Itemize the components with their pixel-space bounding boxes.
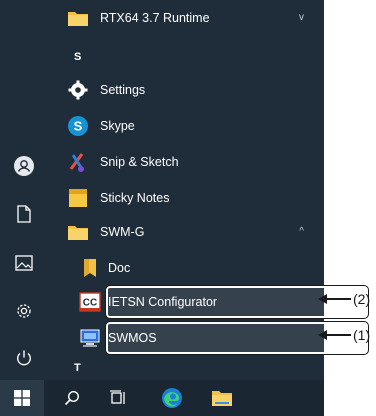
swmos-app-icon (78, 326, 102, 350)
app-list: RTX64 3.7 Runtime v S Settings S Skype S… (48, 0, 369, 380)
arrow-left-icon (318, 294, 327, 304)
start-menu: RTX64 3.7 Runtime v S Settings S Skype S… (0, 0, 369, 416)
app-label: Skype (100, 119, 135, 133)
section-header-t[interactable]: T (74, 362, 81, 374)
folder-label: RTX64 3.7 Runtime (100, 11, 210, 25)
doc-bookmark-icon (78, 256, 102, 280)
taskbar (0, 380, 324, 416)
folder-icon (66, 6, 90, 30)
document-icon[interactable] (12, 202, 36, 226)
file-explorer-icon[interactable] (210, 386, 234, 410)
section-header-s[interactable]: S (74, 51, 81, 63)
power-icon[interactable] (12, 346, 36, 370)
folder-rtx64[interactable]: RTX64 3.7 Runtime v (48, 0, 324, 36)
app-swmos[interactable]: SWMOS (48, 320, 324, 356)
callout-2: (2) (318, 289, 370, 309)
app-label: SWMOS (108, 331, 157, 345)
item-label: Doc (108, 261, 131, 275)
callout-line (327, 334, 351, 336)
windows-start-icon[interactable] (10, 386, 34, 410)
skype-letter: S (74, 119, 83, 134)
app-label: Snip & Sketch (100, 155, 179, 169)
start-left-rail (0, 0, 48, 380)
task-view-icon[interactable] (106, 386, 130, 410)
settings-gear-icon[interactable] (12, 299, 36, 323)
item-doc[interactable]: Doc (48, 250, 324, 286)
sticky-note-icon (66, 186, 90, 210)
app-snip-sketch[interactable]: Snip & Sketch (48, 144, 324, 180)
user-icon[interactable] (12, 154, 36, 178)
folder-swm-g[interactable]: SWM-G ^ (48, 214, 324, 250)
app-label: Sticky Notes (100, 191, 170, 205)
callout-line (327, 298, 351, 300)
search-icon[interactable] (60, 386, 84, 410)
scissors-icon (66, 150, 90, 174)
skype-icon: S (66, 114, 90, 138)
edge-browser-icon[interactable] (160, 386, 184, 410)
app-label: IETSN Configurator (108, 295, 218, 309)
ietsn-icon-letters: CC (83, 298, 97, 309)
app-skype[interactable]: S Skype (48, 108, 324, 144)
app-label: Settings (100, 83, 146, 97)
app-ietsn-configurator[interactable]: CC IETSN Configurator (48, 284, 324, 320)
callout-label: (2) (353, 291, 371, 307)
arrow-left-icon (318, 330, 327, 340)
gear-icon (66, 78, 90, 102)
folder-icon (66, 220, 90, 244)
app-settings[interactable]: Settings (48, 72, 324, 108)
chevron-up-icon: ^ (299, 226, 304, 237)
callout-1: (1) (318, 325, 370, 345)
callout-label: (1) (353, 327, 371, 343)
pictures-icon[interactable] (12, 251, 36, 275)
ietsn-app-icon: CC (78, 290, 102, 314)
app-sticky-notes[interactable]: Sticky Notes (48, 180, 324, 216)
chevron-down-icon: v (299, 12, 304, 23)
folder-label: SWM-G (100, 225, 145, 239)
